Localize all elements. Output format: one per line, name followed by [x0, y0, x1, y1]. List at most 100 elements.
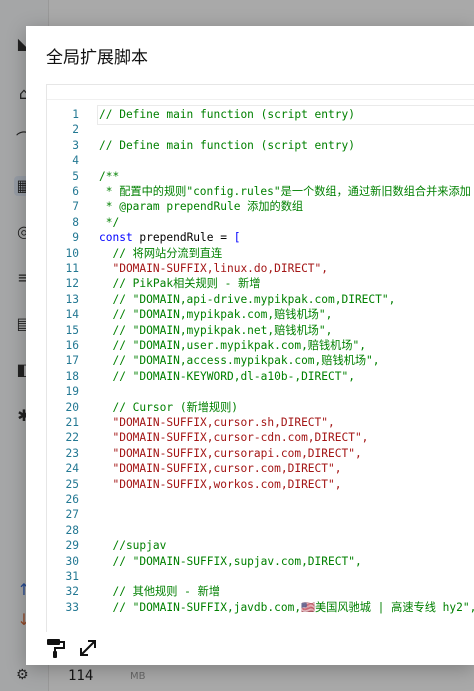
code-line[interactable]: 16 // "DOMAIN,user.mypikpak.com,赔钱机场",	[47, 338, 474, 353]
code-line[interactable]: 5 /**	[47, 169, 474, 184]
code-line[interactable]: 19	[47, 384, 474, 399]
code-line[interactable]: 7 * @param prependRule 添加的数组	[47, 199, 474, 214]
line-number: 3	[72, 138, 79, 152]
line-number: 5	[72, 169, 79, 183]
line-code: * 配置中的规则"config.rules"是一个数组，通过新旧数组合并来添加	[99, 185, 471, 198]
code-line[interactable]: 22 "DOMAIN-SUFFIX,cursor-cdn.com,DIRECT"…	[47, 430, 474, 445]
line-code: "DOMAIN-SUFFIX,workos.com,DIRECT",	[99, 477, 342, 491]
code-line[interactable]: 8 */	[47, 215, 474, 230]
fullscreen-button[interactable]	[76, 636, 100, 660]
line-code: // "DOMAIN,user.mypikpak.com,赔钱机场",	[99, 339, 367, 352]
code-line[interactable]: 24 "DOMAIN-SUFFIX,cursor.com,DIRECT",	[47, 461, 474, 476]
code-line[interactable]: 30 // "DOMAIN-SUFFIX,supjav.com,DIRECT",	[47, 554, 474, 569]
code-line[interactable]: 33 // "DOMAIN-SUFFIX,javdb.com,🇺🇸美国风驰城 |…	[47, 600, 474, 615]
line-number: 8	[72, 215, 79, 229]
line-number: 31	[65, 570, 79, 583]
dialog-title: 全局扩展脚本	[46, 48, 148, 68]
script-editor-dialog: 全局扩展脚本 1 // Define main function (script …	[26, 26, 474, 665]
line-code: // Cursor (新增规则)	[99, 400, 239, 414]
line-code: // PikPak相关规则 - 新增	[99, 277, 261, 291]
line-number: 32	[65, 585, 79, 599]
line-number: 6	[72, 185, 79, 198]
line-number: 20	[65, 400, 79, 414]
line-code: "DOMAIN-SUFFIX,cursor.sh,DIRECT",	[99, 416, 335, 429]
line-number: 1	[72, 108, 79, 121]
code-line[interactable]: 26	[47, 492, 474, 507]
code-line[interactable]: 3 // Define main function (script entry)	[47, 138, 474, 153]
line-code: // Define main function (script entry)	[99, 108, 355, 121]
line-number: 33	[65, 600, 79, 614]
line-number: 21	[65, 416, 79, 429]
line-number: 4	[72, 154, 79, 168]
line-number: 28	[65, 523, 79, 537]
line-code: "DOMAIN-SUFFIX,cursor-cdn.com,DIRECT",	[99, 431, 369, 445]
code-line[interactable]: 9 const prependRule = [	[47, 230, 474, 245]
code-editor[interactable]: 1 // Define main function (script entry) 2…	[46, 84, 474, 634]
code-line[interactable]: 13 // "DOMAIN,api-drive.mypikpak.com,DIR…	[47, 292, 474, 307]
line-number: 7	[72, 200, 79, 214]
line-code: // "DOMAIN,access.mypikpak.com,赔钱机场",	[99, 354, 380, 368]
expand-icon	[80, 640, 96, 656]
line-code: */	[99, 215, 120, 229]
line-number: 22	[65, 431, 79, 445]
line-code: "DOMAIN-SUFFIX,cursorapi.com,DIRECT",	[99, 446, 362, 460]
code-line[interactable]: 10 // 将网站分流到直连	[47, 246, 474, 261]
code-line[interactable]: 12 // PikPak相关规则 - 新增	[47, 276, 474, 291]
code-line[interactable]: 25 "DOMAIN-SUFFIX,workos.com,DIRECT",	[47, 477, 474, 492]
line-number: 25	[65, 477, 79, 491]
code-line[interactable]: 2	[47, 122, 474, 137]
line-number: 10	[65, 246, 79, 260]
line-code: // "DOMAIN,api-drive.mypikpak.com,DIRECT…	[99, 292, 396, 306]
line-number: 18	[65, 369, 79, 383]
line-number: 24	[65, 462, 79, 476]
line-code: const prependRule = [	[99, 231, 241, 245]
code-line[interactable]: 4	[47, 153, 474, 168]
line-code: // Define main function (script entry)	[99, 138, 355, 152]
line-number: 17	[65, 354, 79, 368]
code-line[interactable]: 15 // "DOMAIN,mypikpak.net,赔钱机场",	[47, 323, 474, 338]
code-line[interactable]: 17 // "DOMAIN,access.mypikpak.com,赔钱机场",	[47, 353, 474, 368]
line-code: /**	[99, 169, 120, 183]
dialog-footer	[26, 632, 474, 665]
code-line[interactable]: 6 * 配置中的规则"config.rules"是一个数组，通过新旧数组合并来添…	[47, 184, 474, 199]
line-code: // "DOMAIN,mypikpak.net,赔钱机场",	[99, 323, 333, 337]
editor-topbar	[47, 85, 474, 100]
line-code: // "DOMAIN,mypikpak.com,赔钱机场",	[99, 308, 333, 322]
line-code: // "DOMAIN-SUFFIX,javdb.com,🇺🇸美国风驰城 | 高速…	[99, 600, 474, 614]
line-number: 29	[65, 539, 79, 553]
format-button[interactable]	[44, 636, 68, 660]
code-line[interactable]: 21 "DOMAIN-SUFFIX,cursor.sh,DIRECT",	[47, 415, 474, 430]
line-code: // 将网站分流到直连	[99, 246, 223, 260]
code-line[interactable]: 32 // 其他规则 - 新增	[47, 584, 474, 599]
line-code: // "DOMAIN-KEYWORD,dl-a10b-,DIRECT",	[99, 369, 355, 383]
line-number: 2	[72, 123, 79, 137]
line-number: 27	[65, 508, 79, 522]
line-number: 26	[65, 493, 79, 506]
format-icon	[47, 639, 65, 658]
code-line[interactable]: 18 // "DOMAIN-KEYWORD,dl-a10b-,DIRECT",	[47, 369, 474, 384]
line-code: * @param prependRule 添加的数组	[99, 200, 304, 214]
line-code: "DOMAIN-SUFFIX,cursor.com,DIRECT",	[99, 462, 342, 476]
code-line[interactable]: 1 // Define main function (script entry)	[47, 107, 474, 122]
line-number: 16	[65, 339, 79, 352]
line-number: 12	[65, 277, 79, 291]
line-code: // 其他规则 - 新增	[99, 585, 221, 599]
line-number: 23	[65, 446, 79, 460]
line-number: 13	[65, 292, 79, 306]
code-line[interactable]: 28	[47, 523, 474, 538]
line-number: 9	[72, 231, 79, 245]
line-code: // "DOMAIN-SUFFIX,supjav.com,DIRECT",	[99, 554, 362, 568]
code-line[interactable]: 20 // Cursor (新增规则)	[47, 400, 474, 415]
code-line[interactable]: 14 // "DOMAIN,mypikpak.com,赔钱机场",	[47, 307, 474, 322]
line-code: "DOMAIN-SUFFIX,linux.do,DIRECT",	[99, 262, 329, 275]
code-line[interactable]: 27	[47, 507, 474, 522]
line-code: //supjav	[99, 539, 167, 553]
code-line[interactable]: 11 "DOMAIN-SUFFIX,linux.do,DIRECT",	[47, 261, 474, 276]
code-line[interactable]: 31	[47, 569, 474, 584]
code-line[interactable]: 23 "DOMAIN-SUFFIX,cursorapi.com,DIRECT",	[47, 446, 474, 461]
line-number: 30	[65, 554, 79, 568]
line-number: 14	[65, 308, 79, 322]
line-number: 11	[65, 262, 79, 275]
code-line[interactable]: 29 //supjav	[47, 538, 474, 553]
line-number: 15	[65, 323, 79, 337]
